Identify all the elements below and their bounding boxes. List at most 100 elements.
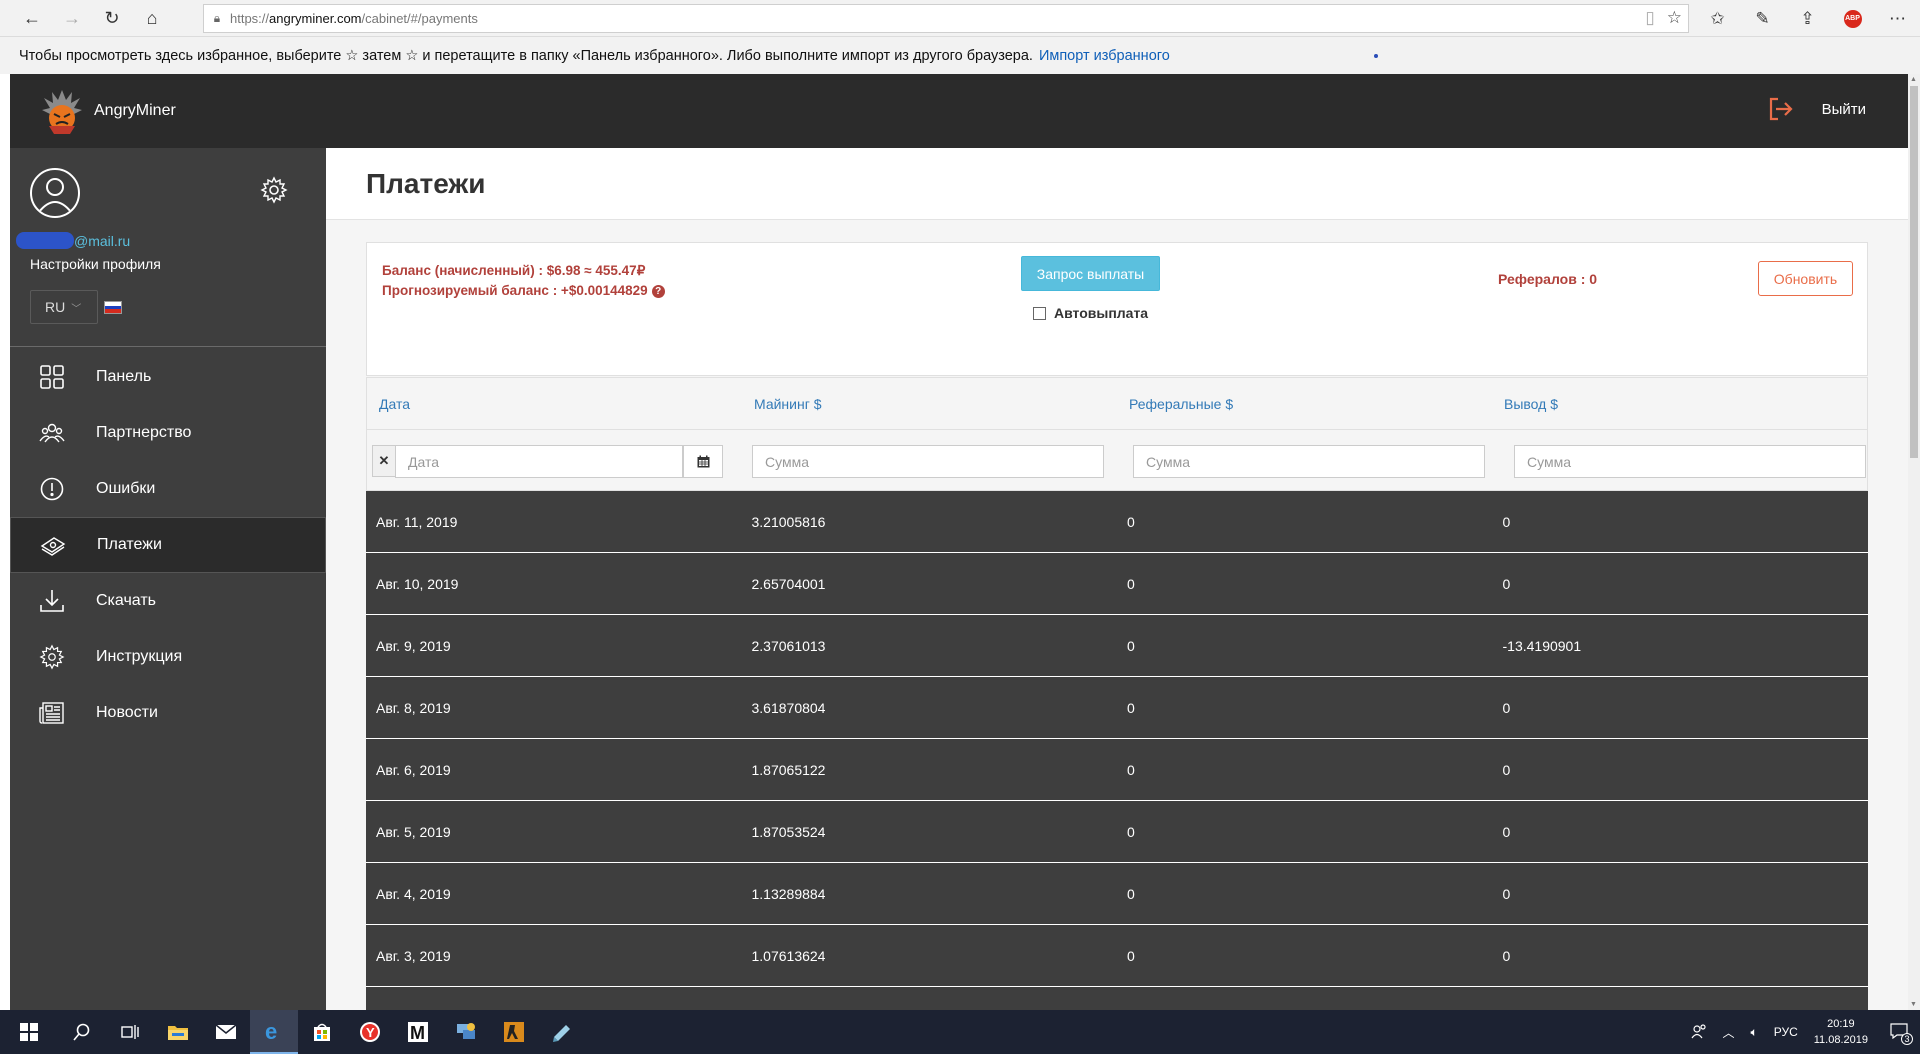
email-suffix: @mail.ru [74,232,131,249]
sidebar-item-download[interactable]: Скачать [10,573,326,629]
cell-date: Авг. 11, 2019 [376,513,458,530]
page-scrollbar[interactable]: ▲ ▼ [1908,74,1920,1010]
share-icon[interactable]: ⇪ [1785,0,1830,37]
filter-row: ✕ Дата Сумма Сумма Сумма [366,429,1868,491]
autopayout-checkbox[interactable] [1033,306,1046,320]
autopayout-row[interactable]: Автовыплата [1033,305,1148,321]
people-icon[interactable] [1691,1023,1707,1042]
scrollbar-thumb[interactable] [1910,86,1918,458]
cell-referral: 0 [1127,823,1135,840]
scroll-up-icon[interactable]: ▲ [1910,76,1917,83]
user-email: @mail.ru [16,232,130,249]
brand[interactable]: AngryMiner [40,86,176,136]
sidebar-item-label: Партнерство [96,424,192,441]
sidebar-menu: Панель Партнерство Ошибки Платежи Скачат… [10,349,326,741]
home-icon[interactable]: ⌂ [132,0,172,37]
notes-app-icon[interactable] [538,1010,586,1054]
sidebar-item-label: Инструкция [96,648,183,665]
windows-start-icon[interactable] [0,1010,58,1054]
sidebar-item-partnership[interactable]: Партнерство [10,405,326,461]
adblock-icon[interactable]: ABP [1830,0,1875,37]
scroll-down-icon[interactable]: ▼ [1910,1001,1917,1008]
network-app-icon[interactable] [442,1010,490,1054]
sidebar-item-label: Ошибки [96,480,156,497]
search-icon[interactable] [58,1010,106,1054]
cell-withdrawal: -13.4190901 [1502,637,1582,654]
back-icon[interactable]: ← [12,0,52,37]
column-header-withdrawal[interactable]: Вывод $ [1492,396,1867,412]
profile-settings-link[interactable]: Настройки профиля [30,256,161,272]
clock-date: 11.08.2019 [1813,1034,1868,1046]
settings-gear-icon[interactable] [260,176,288,209]
logout-button[interactable]: Выйти [1768,96,1866,122]
question-icon[interactable]: ? [651,285,665,298]
address-bar[interactable]: 🔒︎ https://angryminer.com/cabinet/#/paym… [203,4,1689,33]
windows-taskbar: e Y M ︿ 🔈︎ РУС 20:19 11.08.2019 3 [0,1010,1920,1054]
file-explorer-icon[interactable] [154,1010,202,1054]
mining-sum-filter[interactable]: Сумма [752,445,1104,478]
refresh-button[interactable]: Обновить [1758,261,1853,296]
table-row: Авг. 3, 2019 1.07613624 0 0 [366,925,1868,987]
store-icon[interactable] [298,1010,346,1054]
cell-date: Авг. 3, 2019 [376,947,451,964]
request-payout-button[interactable]: Запрос выплаты [1021,256,1160,291]
table-row: Авг. 11, 2019 3.21005816 0 0 [366,491,1868,553]
input-language[interactable]: РУС [1774,1025,1798,1039]
cell-date: Авг. 4, 2019 [376,885,451,902]
notifications-count: 3 [1901,1032,1913,1045]
page: AngryMiner Выйти @mail.ru Настройки проф… [10,74,1908,1010]
import-favorites-link[interactable]: Импорт избранного [1039,48,1170,64]
clock[interactable]: 20:19 11.08.2019 [1814,1016,1868,1048]
balance-forecast-row: Прогнозируемый баланс : +$0.00144829? [382,283,665,298]
russia-flag-icon [104,301,122,314]
favorite-star-icon[interactable]: ☆ [1667,8,1682,28]
more-icon[interactable]: ⋯ [1875,0,1920,37]
page-title: Платежи [366,168,486,199]
cell-date: Авг. 8, 2019 [376,699,451,716]
referral-sum-filter[interactable]: Сумма [1133,445,1485,478]
withdrawal-sum-filter[interactable]: Сумма [1514,445,1866,478]
system-tray: ︿ 🔈︎ РУС 20:19 11.08.2019 3 [1683,1010,1920,1054]
column-header-date[interactable]: Дата [367,396,742,412]
sidebar-item-news[interactable]: Новости [10,685,326,741]
avatar[interactable] [30,168,80,218]
refresh-icon[interactable]: ↻ [92,0,132,37]
lock-icon: 🔒︎ [213,11,221,25]
mail-icon[interactable] [202,1010,250,1054]
column-header-referral[interactable]: Реферальные $ [1117,396,1492,412]
volume-icon[interactable]: 🔈︎ [1751,1025,1758,1040]
favorites-list-icon[interactable]: ✩ [1695,0,1740,37]
sidebar-item-label: Скачать [96,592,156,609]
sidebar-item-panel[interactable]: Панель [10,349,326,405]
task-view-icon[interactable] [106,1010,154,1054]
clear-date-icon[interactable]: ✕ [372,445,396,477]
calendar-icon[interactable] [683,445,723,478]
sidebar: @mail.ru Настройки профиля RU ﹀ Панель П… [10,148,326,1010]
sidebar-item-errors[interactable]: Ошибки [10,461,326,517]
clock-time: 20:19 [1827,1018,1855,1030]
cell-referral: 0 [1127,699,1135,716]
payments-table: Дата Майнинг $ Реферальные $ Вывод $ ✕ Д… [366,377,1868,1010]
sidebar-item-instruction[interactable]: Инструкция [10,629,326,685]
yandex-browser-icon[interactable]: Y [346,1010,394,1054]
logout-label: Выйти [1821,100,1866,118]
language-select[interactable]: RU ﹀ [30,290,98,324]
cell-mining: 2.65704001 [751,575,826,592]
cell-referral: 0 [1127,637,1135,654]
sidebar-item-label: Панель [96,368,152,385]
forward-icon[interactable]: → [52,0,92,37]
cell-referral: 0 [1127,885,1135,902]
edge-browser-icon[interactable]: e [250,1010,298,1054]
game-icon[interactable] [490,1010,538,1054]
column-header-mining[interactable]: Майнинг $ [742,396,1117,412]
date-filter-input[interactable]: Дата [395,445,683,478]
reading-view-icon[interactable]: ▯ [1645,8,1654,28]
cell-withdrawal: 0 [1502,885,1511,902]
pen-icon[interactable]: ✎ [1740,0,1785,37]
sidebar-item-payments[interactable]: Платежи [10,517,326,573]
notifications-icon[interactable]: 3 [1890,1022,1913,1045]
cell-mining: 1.87065122 [751,761,826,778]
m-app-icon[interactable]: M [394,1010,442,1054]
cell-referral: 0 [1127,575,1135,592]
chevron-up-icon[interactable]: ︿ [1723,1024,1735,1041]
